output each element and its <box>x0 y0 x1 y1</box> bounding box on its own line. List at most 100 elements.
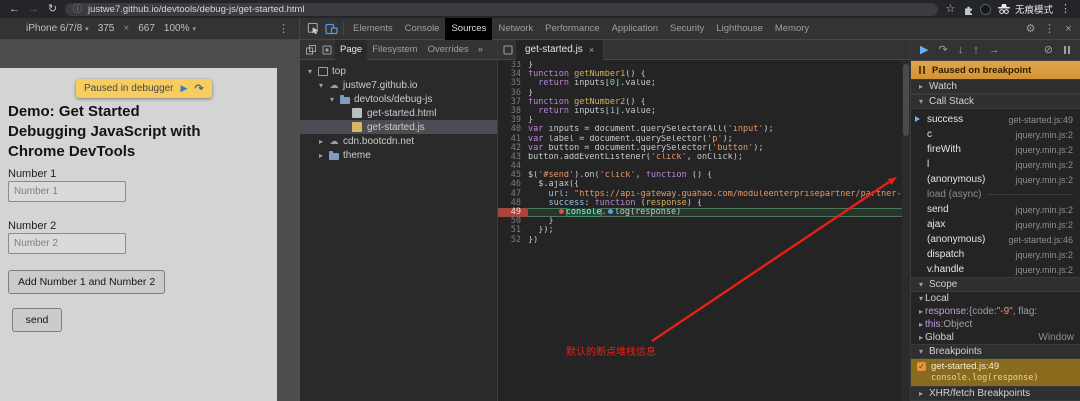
close-tab-icon[interactable]: × <box>589 45 594 55</box>
navigator-tab-page[interactable]: Page <box>335 40 367 60</box>
step-over-icon[interactable]: ↷ <box>938 40 947 60</box>
device-height-field[interactable]: 667 <box>138 23 155 34</box>
scope-global-header[interactable]: ▸ Global Window <box>911 331 1080 344</box>
site-info-icon[interactable]: ⓘ <box>73 3 82 16</box>
tree-item-get-started-html[interactable]: get-started.html <box>300 106 497 120</box>
navigator-tab-overrides[interactable]: Overrides <box>423 40 474 60</box>
call-stack-frame-anonymous[interactable]: (anonymous)get-started.js:46 <box>911 232 1080 247</box>
step-into-icon[interactable]: ↓ <box>958 40 964 60</box>
toggle-device-toolbar-icon[interactable] <box>322 18 340 40</box>
extensions-puzzle-icon[interactable] <box>963 4 974 15</box>
resume-script-icon[interactable]: ▶ <box>920 40 928 60</box>
number2-input[interactable] <box>8 233 126 254</box>
step-over-icon[interactable]: ↷ <box>194 82 203 95</box>
add-numbers-button[interactable]: Add Number 1 and Number 2 <box>8 270 165 294</box>
devtools-menu-icon[interactable]: ⋮ <box>1042 22 1057 35</box>
url-text: justwe7.github.io/devtools/debug-js/get-… <box>88 4 305 15</box>
inspect-element-icon[interactable] <box>304 18 322 40</box>
scrollbar-thumb[interactable] <box>903 64 909 136</box>
tab-memory[interactable]: Memory <box>769 18 815 40</box>
code-line-36: 36} <box>498 89 902 98</box>
tree-item-devtools-debug-js[interactable]: ▾devtools/debug-js <box>300 92 497 106</box>
scope-variable-response[interactable]: ▸response: {code: "-9", flag: <box>911 305 1080 318</box>
zoom-select[interactable]: 100% ▾ <box>164 23 196 34</box>
call-stack-frame-firewith[interactable]: fireWithjquery.min.js:2 <box>911 142 1080 157</box>
editor-pane-icon[interactable] <box>500 40 516 60</box>
breakpoint-entry[interactable]: ✓ get-started.js:49 console.log(response… <box>911 359 1080 386</box>
pause-on-exceptions-icon[interactable] <box>1063 46 1071 54</box>
scope-variable-this[interactable]: ▸this: Object <box>911 318 1080 331</box>
caret-right-icon[interactable]: ▸ <box>317 137 325 146</box>
call-stack-frame-success[interactable]: successget-started.js:49 <box>911 112 1080 127</box>
call-stack-frame-l[interactable]: ljquery.min.js:2 <box>911 157 1080 172</box>
bookmark-star-icon[interactable]: ☆ <box>944 0 957 18</box>
code-token: getNumber2 <box>574 98 625 107</box>
code-text <box>528 162 902 171</box>
step-out-icon[interactable]: ↑ <box>973 40 979 60</box>
resume-script-icon[interactable]: ▶ <box>181 83 188 94</box>
inline-breakpoint-icon[interactable] <box>559 209 564 214</box>
editor-scrollbar[interactable] <box>902 61 910 401</box>
reload-icon[interactable]: ↻ <box>46 0 59 18</box>
device-toolbar-menu-icon[interactable]: ⋮ <box>278 22 289 35</box>
browser-menu-icon[interactable]: ⋮ <box>1059 0 1072 18</box>
call-stack-frame-send[interactable]: sendjquery.min.js:2 <box>911 202 1080 217</box>
tab-sources[interactable]: Sources <box>445 18 492 40</box>
caret-right-icon[interactable]: ▸ <box>317 151 325 160</box>
breakpoint-checkbox[interactable]: ✓ <box>917 362 926 371</box>
editor-tab-get-started-js[interactable]: get-started.js × <box>516 40 604 60</box>
call-stack-frame-load-async[interactable]: load (async) <box>911 187 1080 202</box>
call-stack-section-header[interactable]: ▾ Call Stack <box>911 94 1080 109</box>
code-token: response <box>646 199 687 208</box>
code-line-35: 35 return inputs[0].value; <box>498 79 902 88</box>
variable-name: this <box>925 319 941 330</box>
scope-local-header[interactable]: ▾ Local <box>911 292 1080 305</box>
number1-input[interactable] <box>8 181 126 202</box>
line-number[interactable]: 52 <box>498 236 528 245</box>
tab-elements[interactable]: Elements <box>347 18 399 40</box>
tree-item-top[interactable]: ▾top <box>300 64 497 78</box>
call-stack-frame-c[interactable]: cjquery.min.js:2 <box>911 127 1080 142</box>
navigator-tabbar: PageFilesystemOverrides » <box>300 40 497 60</box>
device-select[interactable]: iPhone 6/7/8 ▾ <box>26 23 89 34</box>
call-stack-frame-v-handle[interactable]: v.handlejquery.min.js:2 <box>911 262 1080 277</box>
device-width-field[interactable]: 375 <box>98 23 115 34</box>
column-breakpoint-icon[interactable] <box>608 209 613 214</box>
tab-lighthouse[interactable]: Lighthouse <box>710 18 768 40</box>
send-button[interactable]: send <box>12 308 62 332</box>
settings-gear-icon[interactable]: ⚙ <box>1023 22 1038 35</box>
navigator-focus-icon[interactable] <box>319 40 335 60</box>
navigator-group-icon[interactable] <box>303 40 319 60</box>
code-area[interactable]: 33}34function getNumber1() {35 return in… <box>498 61 902 401</box>
caret-down-icon[interactable]: ▾ <box>317 81 325 90</box>
breakpoints-section-header[interactable]: ▾ Breakpoints <box>911 344 1080 359</box>
close-devtools-icon[interactable]: × <box>1061 23 1076 35</box>
tree-item-justwe7-github-io[interactable]: ▾☁justwe7.github.io <box>300 78 497 92</box>
tree-item-cdn-bootcdn-net[interactable]: ▸☁cdn.bootcdn.net <box>300 134 497 148</box>
tree-item-get-started-js[interactable]: get-started.js <box>300 120 497 134</box>
scope-variables: ▸response: {code: "-9", flag: ▸this: Obj… <box>911 305 1080 331</box>
back-icon[interactable]: ← <box>8 0 21 18</box>
caret-down-icon[interactable]: ▾ <box>306 67 314 76</box>
forward-icon[interactable]: → <box>27 0 40 18</box>
frame-name: l <box>927 159 929 170</box>
deactivate-breakpoints-icon[interactable]: ⊘ <box>1044 40 1053 60</box>
tab-performance[interactable]: Performance <box>539 18 605 40</box>
call-stack-frame-anonymous[interactable]: (anonymous)jquery.min.js:2 <box>911 172 1080 187</box>
address-bar[interactable]: ⓘ justwe7.github.io/devtools/debug-js/ge… <box>65 3 938 16</box>
tab-network[interactable]: Network <box>492 18 539 40</box>
navigator-tab-filesystem[interactable]: Filesystem <box>367 40 422 60</box>
call-stack-frame-ajax[interactable]: ajaxjquery.min.js:2 <box>911 217 1080 232</box>
call-stack-frame-dispatch[interactable]: dispatchjquery.min.js:2 <box>911 247 1080 262</box>
tree-item-theme[interactable]: ▸theme <box>300 148 497 162</box>
tab-security[interactable]: Security <box>664 18 710 40</box>
extension-avatar-icon[interactable] <box>980 4 991 15</box>
scope-section-header[interactable]: ▾ Scope <box>911 277 1080 292</box>
tab-console[interactable]: Console <box>399 18 446 40</box>
watch-section-header[interactable]: ▸ Watch <box>911 79 1080 94</box>
caret-down-icon[interactable]: ▾ <box>328 95 336 104</box>
tab-application[interactable]: Application <box>606 18 664 40</box>
step-icon[interactable]: → <box>989 40 1000 60</box>
xhr-breakpoints-section-header[interactable]: ▸ XHR/fetch Breakpoints <box>911 386 1080 401</box>
more-tabs-icon[interactable]: » <box>474 44 487 55</box>
